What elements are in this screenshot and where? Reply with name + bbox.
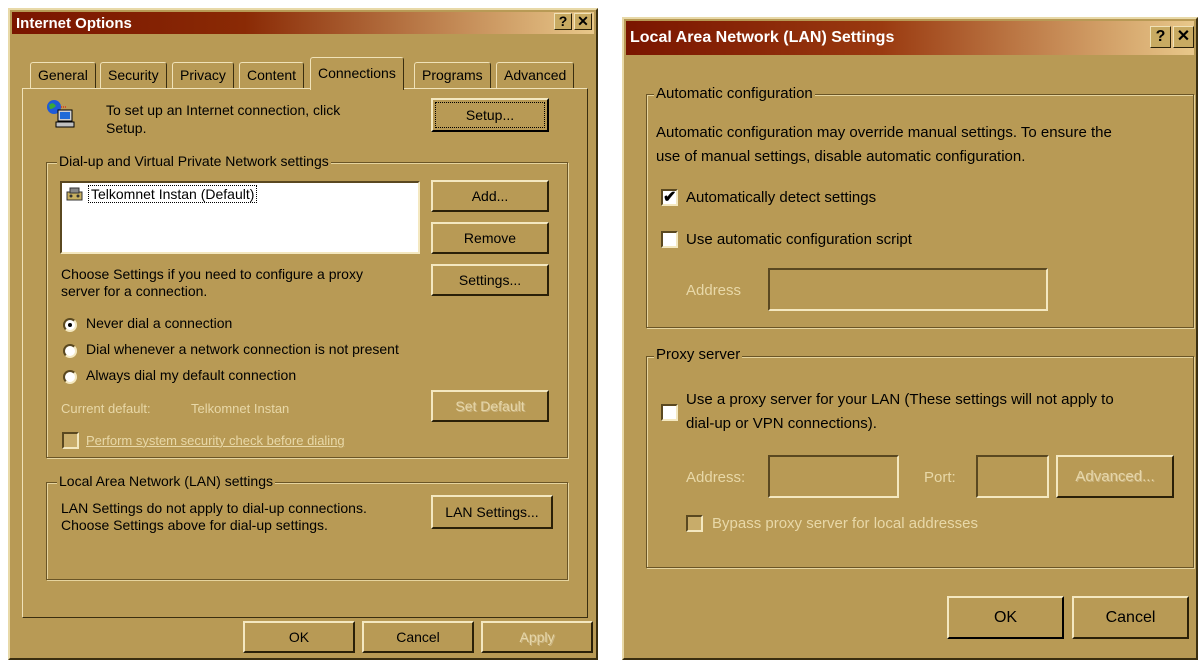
- tab-general[interactable]: General: [30, 62, 96, 88]
- internet-options-titlebar[interactable]: Internet Options: [12, 12, 594, 34]
- settings-description: Choose Settings if you need to configure…: [61, 266, 363, 299]
- setup-description: To set up an Internet connection, click …: [106, 102, 341, 136]
- lan-settings-button[interactable]: LAN Settings...: [431, 495, 553, 529]
- lan-settings-group-label: Local Area Network (LAN) settings: [57, 473, 275, 489]
- lan-settings-titlebar[interactable]: Local Area Network (LAN) Settings: [626, 21, 1194, 55]
- lan-settings-title: Local Area Network (LAN) Settings: [630, 29, 895, 46]
- bypass-proxy-label[interactable]: Bypass proxy server for local addresses: [712, 515, 978, 532]
- dialup-vpn-group-label: Dial-up and Virtual Private Network sett…: [57, 153, 331, 169]
- help-button[interactable]: ?: [554, 13, 572, 30]
- never-dial-radio[interactable]: [63, 318, 77, 332]
- internet-options-title: Internet Options: [16, 14, 132, 32]
- tab-advanced[interactable]: Advanced: [496, 62, 575, 88]
- auto-config-description: Automatic configuration may override man…: [656, 124, 1112, 165]
- advanced-button[interactable]: Advanced...: [1056, 455, 1174, 498]
- set-default-button[interactable]: Set Default: [431, 390, 549, 422]
- dialup-connection-icon: [65, 186, 85, 202]
- auto-script-label[interactable]: Use automatic configuration script: [686, 231, 912, 248]
- proxy-server-group-label: Proxy server: [654, 346, 743, 363]
- auto-detect-label[interactable]: Automatically detect settings: [686, 189, 876, 206]
- tab-privacy[interactable]: Privacy: [172, 62, 234, 88]
- settings-button[interactable]: Settings...: [431, 264, 549, 296]
- tab-content[interactable]: Content: [239, 62, 305, 88]
- security-check-checkbox[interactable]: [62, 432, 79, 449]
- lan-settings-window: Local Area Network (LAN) Settings ? ✕ Au…: [622, 17, 1198, 660]
- auto-address-input[interactable]: [768, 268, 1048, 311]
- remove-button[interactable]: Remove: [431, 222, 549, 254]
- internet-options-window: Internet Options ? ✕ General Security Pr…: [8, 8, 598, 660]
- proxy-port-input[interactable]: [976, 455, 1049, 498]
- apply-button[interactable]: Apply: [481, 621, 593, 653]
- ok-button[interactable]: OK: [243, 621, 355, 653]
- tab-security[interactable]: Security: [100, 62, 167, 88]
- proxy-address-label: Address:: [686, 469, 746, 486]
- auto-detect-checkbox[interactable]: ✔: [661, 189, 678, 206]
- current-default-value: Telkomnet Instan: [191, 401, 290, 416]
- proxy-port-label: Port:: [924, 469, 956, 486]
- list-item[interactable]: Telkomnet Instan (Default): [65, 185, 258, 203]
- always-dial-label[interactable]: Always dial my default connection: [86, 367, 296, 383]
- network-computer-icon: [44, 98, 76, 130]
- help-button[interactable]: ?: [1150, 26, 1171, 48]
- proxy-address-input[interactable]: [768, 455, 899, 498]
- always-dial-radio[interactable]: [63, 370, 77, 384]
- connections-list[interactable]: Telkomnet Instan (Default): [60, 181, 420, 254]
- close-button[interactable]: ✕: [574, 13, 592, 30]
- bypass-proxy-checkbox[interactable]: [686, 515, 703, 532]
- tab-programs[interactable]: Programs: [414, 62, 491, 88]
- setup-button[interactable]: Setup...: [431, 98, 549, 132]
- lan-cancel-button[interactable]: Cancel: [1072, 596, 1189, 639]
- close-button[interactable]: ✕: [1173, 26, 1194, 48]
- tab-connections[interactable]: Connections: [310, 57, 404, 90]
- never-dial-label[interactable]: Never dial a connection: [86, 315, 232, 331]
- use-proxy-checkbox[interactable]: [661, 404, 678, 421]
- lan-ok-button[interactable]: OK: [947, 596, 1064, 639]
- auto-script-checkbox[interactable]: [661, 231, 678, 248]
- current-default-label: Current default:: [61, 401, 151, 416]
- cancel-button[interactable]: Cancel: [362, 621, 474, 653]
- automatic-configuration-group-label: Automatic configuration: [654, 85, 815, 102]
- use-proxy-label[interactable]: Use a proxy server for your LAN (These s…: [686, 388, 1114, 436]
- dial-whenever-label[interactable]: Dial whenever a network connection is no…: [86, 341, 399, 357]
- dial-whenever-radio[interactable]: [63, 344, 77, 358]
- connection-name: Telkomnet Instan (Default): [87, 185, 258, 203]
- add-button[interactable]: Add...: [431, 180, 549, 212]
- security-check-label[interactable]: Perform system security check before dia…: [86, 433, 345, 448]
- auto-address-label: Address: [686, 282, 742, 299]
- lan-description: LAN Settings do not apply to dial-up con…: [61, 500, 367, 533]
